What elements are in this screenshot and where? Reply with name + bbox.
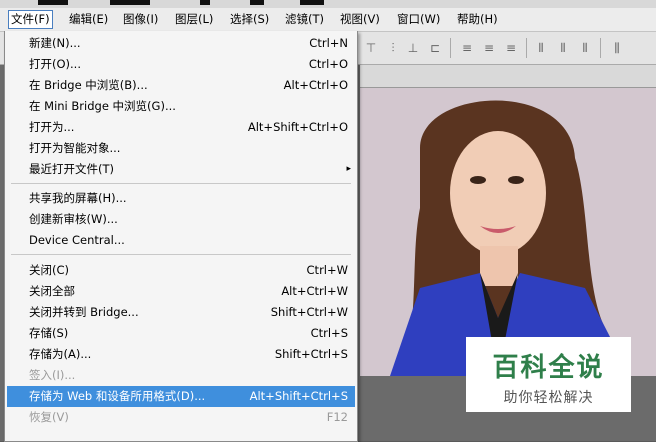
menu-item-browse-mini-bridge[interactable]: 在 Mini Bridge 中浏览(G)... [7,96,355,117]
document-tab-bar [360,65,656,88]
menu-item-shortcut: Alt+Shift+Ctrl+S [249,389,348,403]
menu-item-shortcut: Alt+Ctrl+O [283,78,348,92]
menu-help[interactable]: 帮助(H) [455,11,500,28]
menu-item-open-as[interactable]: 打开为... Alt+Shift+Ctrl+O [7,117,355,138]
menu-item-label: 关闭并转到 Bridge... [29,305,139,319]
menu-item-label: 签入(I)... [29,368,76,382]
menu-item-label: Device Central... [29,233,125,247]
menu-item-close-all[interactable]: 关闭全部 Alt+Ctrl+W [7,281,355,302]
align-bottom-icon[interactable]: ⊥ [406,41,420,55]
menu-item-open-smart-object[interactable]: 打开为智能对象... [7,138,355,159]
menu-item-browse-bridge[interactable]: 在 Bridge 中浏览(B)... Alt+Ctrl+O [7,75,355,96]
menu-item-shortcut: Shift+Ctrl+W [270,305,348,319]
menu-item-save-for-web[interactable]: 存储为 Web 和设备所用格式(D)... Alt+Shift+Ctrl+S [7,386,355,407]
toolbar-separator [450,38,451,58]
menu-item-check-in: 签入(I)... [7,365,355,386]
menu-filter[interactable]: 滤镜(T) [283,11,326,28]
menu-item-device-central[interactable]: Device Central... [7,230,355,251]
menu-item-create-review[interactable]: 创建新审核(W)... [7,209,355,230]
toolbar-fragment [300,0,324,5]
menu-item-shortcut: Ctrl+N [309,36,348,50]
menu-item-label: 在 Mini Bridge 中浏览(G)... [29,99,176,113]
distribute-top-icon[interactable]: ≡ [460,41,474,55]
align-top-icon[interactable]: ⊤ [364,41,378,55]
distribute-left-icon[interactable]: ⫴ [534,41,548,55]
menu-item-open[interactable]: 打开(O)... Ctrl+O [7,54,355,75]
menu-item-label: 关闭全部 [29,284,75,298]
toolbar-separator [526,38,527,58]
menu-item-label: 打开为智能对象... [29,141,121,155]
toolbar-fragment [38,0,68,5]
menu-item-label: 新建(N)... [29,36,81,50]
menu-select[interactable]: 选择(S) [228,11,271,28]
menu-edit[interactable]: 编辑(E) [67,11,110,28]
menu-item-shortcut: Shift+Ctrl+S [274,347,348,361]
menu-item-revert: 恢复(V) F12 [7,407,355,428]
watermark: 百科全说 助你轻松解决 [466,337,631,412]
distribute-right-icon[interactable]: ⫴ [578,41,592,55]
menu-separator [11,254,351,255]
distribute-hcenter-icon[interactable]: ⫴ [556,41,570,55]
menu-item-label: 打开为... [29,120,75,134]
menu-item-recent-files[interactable]: 最近打开文件(T) ▸ [7,159,355,180]
menu-item-label: 存储为(A)... [29,347,92,361]
submenu-arrow-icon: ▸ [346,164,351,174]
toolbar-separator [600,38,601,58]
menu-view[interactable]: 视图(V) [338,11,382,28]
distribute-vcenter-icon[interactable]: ≡ [482,41,496,55]
menu-item-shortcut: Ctrl+S [310,326,348,340]
align-vcenter-icon[interactable]: ⫶ [386,41,400,55]
toolbar-fragment [250,0,264,5]
toolbar-fragment [110,0,150,5]
menu-item-shortcut: F12 [326,410,348,424]
menu-item-shortcut: Ctrl+W [306,263,348,277]
menu-bar: 文件(F) 编辑(E) 图像(I) 图层(L) 选择(S) 滤镜(T) 视图(V… [0,8,656,32]
toolbar-fragment [200,0,210,5]
menu-item-shortcut: Ctrl+O [308,57,348,71]
menu-item-shortcut: Alt+Shift+Ctrl+O [247,120,348,134]
menu-window[interactable]: 窗口(W) [395,11,442,28]
distribute-bottom-icon[interactable]: ≡ [504,41,518,55]
menu-image[interactable]: 图像(I) [121,11,160,28]
menu-item-label: 恢复(V) [29,410,69,424]
watermark-title: 百科全说 [492,353,605,383]
menu-separator [11,183,351,184]
menu-item-label: 打开(O)... [29,57,81,71]
align-left-icon[interactable]: ⊏ [428,41,442,55]
menu-item-save-as[interactable]: 存储为(A)... Shift+Ctrl+S [7,344,355,365]
menu-item-new[interactable]: 新建(N)... Ctrl+N [7,33,355,54]
menu-item-label: 共享我的屏幕(H)... [29,191,127,205]
auto-align-icon[interactable]: ⫼ [610,41,624,55]
menu-item-label: 在 Bridge 中浏览(B)... [29,78,148,92]
menu-layer[interactable]: 图层(L) [173,11,215,28]
menu-item-label: 最近打开文件(T) [29,162,114,176]
canvas-photo[interactable] [360,88,656,376]
portrait-image [360,88,656,376]
menu-item-close[interactable]: 关闭(C) Ctrl+W [7,260,355,281]
watermark-subtitle: 助你轻松解决 [503,390,594,406]
menu-item-label: 关闭(C) [29,263,70,277]
menu-item-close-go-bridge[interactable]: 关闭并转到 Bridge... Shift+Ctrl+W [7,302,355,323]
menu-item-save[interactable]: 存储(S) Ctrl+S [7,323,355,344]
menu-item-share-screen[interactable]: 共享我的屏幕(H)... [7,188,355,209]
menu-item-label: 创建新审核(W)... [29,212,118,226]
menu-item-shortcut: Alt+Ctrl+W [281,284,348,298]
file-menu-dropdown: 新建(N)... Ctrl+N 打开(O)... Ctrl+O 在 Bridge… [4,31,358,442]
menu-item-label: 存储(S) [29,326,69,340]
menu-item-label: 存储为 Web 和设备所用格式(D)... [29,389,206,403]
menu-file[interactable]: 文件(F) [8,10,53,29]
title-strip [0,0,656,8]
